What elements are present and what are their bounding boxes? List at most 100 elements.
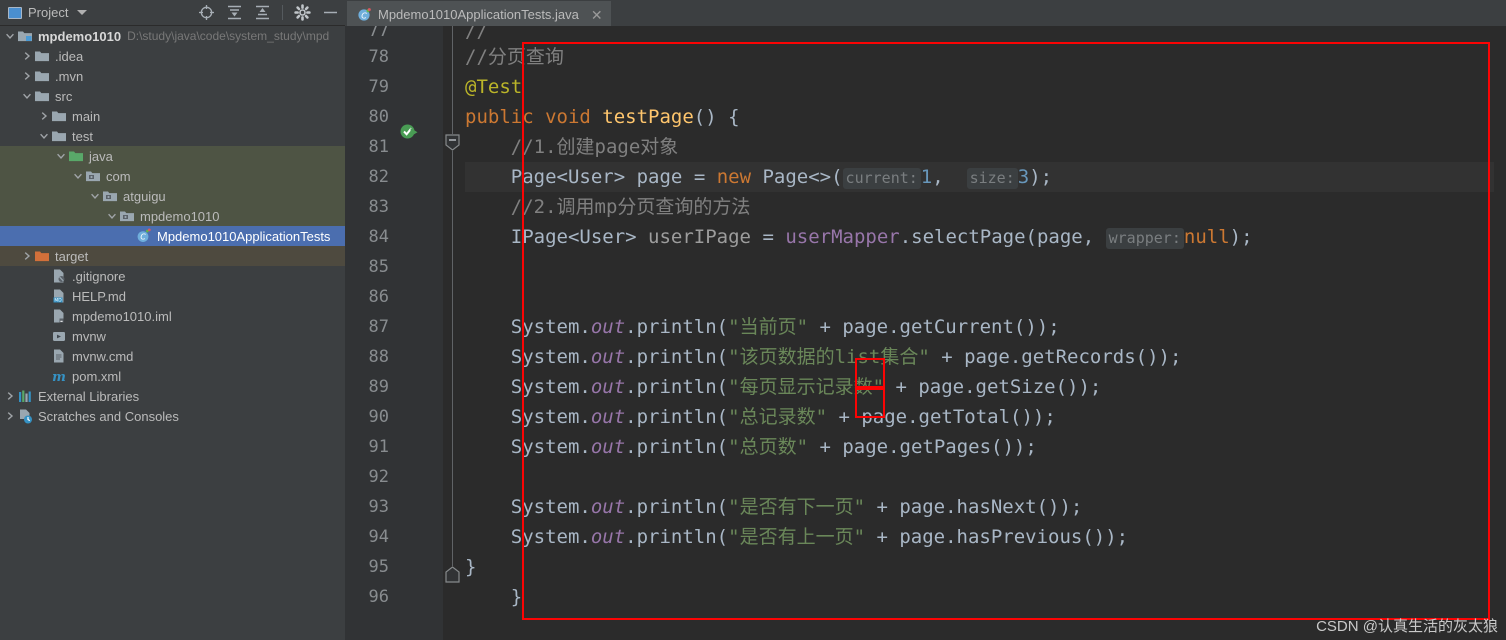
tree-item-mpdemo1010[interactable]: mpdemo1010 [0, 206, 345, 226]
code-line-84: IPage<User> userIPage = userMapper.selec… [510, 226, 1253, 249]
tree-item-label: mvnw [72, 328, 106, 344]
tree-item-mvnw-cmd[interactable]: mvnw.cmd [0, 346, 345, 366]
tree-item-label: test [72, 128, 93, 144]
tree-item-mvn[interactable]: .mvn [0, 66, 345, 86]
line-number: 80 [368, 107, 389, 127]
line-number: 79 [368, 77, 389, 97]
gitignore-file-icon [51, 268, 67, 284]
chevron-down-icon[interactable] [106, 210, 118, 222]
tree-item-label: java [89, 148, 113, 164]
tree-item-java[interactable]: java [0, 146, 345, 166]
markdown-file-icon: MD [51, 288, 67, 304]
chevron-down-icon[interactable] [72, 170, 84, 182]
chevron-right-icon[interactable] [21, 50, 33, 62]
tree-item-label: main [72, 108, 101, 124]
chevron-down-icon[interactable] [4, 30, 16, 42]
gear-icon[interactable] [294, 4, 311, 21]
tree-item-mvnw[interactable]: mvnw [0, 326, 345, 346]
folder-icon [34, 68, 50, 84]
project-file-tree[interactable]: mpdemo1010 D:\study\java\code\system_stud… [0, 26, 345, 640]
chevron-down-icon[interactable] [89, 190, 101, 202]
line-number: 95 [368, 557, 389, 577]
param-hint-current: current: [842, 168, 921, 189]
scratches-icon [17, 408, 33, 424]
tree-item-atguigu[interactable]: atguigu [0, 186, 345, 206]
run-test-success-icon[interactable] [399, 122, 419, 142]
chevron-right-icon[interactable] [21, 250, 33, 262]
tree-item-gitignore[interactable]: .gitignore [0, 266, 345, 286]
code-line-87: System.out.println("当前页" + page.getCurre… [510, 316, 1060, 338]
chevron-down-icon[interactable] [21, 90, 33, 102]
chevron-down-icon[interactable] [38, 130, 50, 142]
close-icon[interactable]: ✕ [591, 8, 603, 22]
project-view-icon [8, 6, 22, 19]
chevron-right-icon[interactable] [4, 390, 16, 402]
chevron-right-icon[interactable] [21, 70, 33, 82]
tree-item-path: D:\study\java\code\system_study\mpd [127, 29, 330, 43]
line-number: 82 [368, 167, 389, 187]
code-line-93: System.out.println("是否有下一页" + page.hasNe… [510, 496, 1083, 518]
code-fold-minus-icon[interactable] [444, 134, 461, 151]
gutter-icon-column [399, 26, 443, 146]
toolbar-divider [282, 5, 283, 20]
java-test-class-icon: C [136, 228, 152, 244]
code-line-94: System.out.println("是否有上一页" + page.hasPr… [510, 526, 1129, 548]
tree-item-test[interactable]: test [0, 126, 345, 146]
tree-arrow-placeholder [38, 270, 50, 282]
test-source-root-folder-icon [68, 148, 84, 164]
code-line-82: Page<User> page = new Page<>(current: 1, … [465, 162, 1506, 192]
tree-item-idea[interactable]: .idea [0, 46, 345, 66]
code-editor-text[interactable]: // //分页查询 @Test public void testPage() {… [461, 26, 1506, 640]
tree-item-mpdemo1010-iml[interactable]: mpdemo1010.iml [0, 306, 345, 326]
tree-item-scratches-and-consoles[interactable]: Scratches and Consoles [0, 406, 345, 426]
param-hint-size: size: [966, 168, 1018, 189]
tree-item-label: mpdemo1010.iml [72, 308, 172, 324]
tree-item-main[interactable]: main [0, 106, 345, 126]
tree-item-label: com [106, 168, 131, 184]
tree-item-pom-xml[interactable]: m pom.xml [0, 366, 345, 386]
line-number: 84 [368, 227, 389, 247]
tree-item-mpdemo1010applicationtests[interactable]: C Mpdemo1010ApplicationTests [0, 226, 345, 246]
tree-item-src[interactable]: src [0, 86, 345, 106]
editor-marker-strip[interactable] [1494, 52, 1506, 640]
java-test-class-icon: C [358, 8, 371, 21]
project-title-button[interactable]: Project [8, 5, 88, 20]
code-fold-end-icon[interactable] [444, 566, 461, 583]
tree-item-label: mpdemo1010 [38, 28, 122, 44]
tree-item-mpdemo1010[interactable]: mpdemo1010 D:\study\java\code\system_stud… [0, 26, 345, 46]
minimize-icon[interactable] [322, 4, 339, 21]
project-title-label: Project [28, 5, 69, 20]
excluded-folder-icon [34, 248, 50, 264]
locate-target-icon[interactable] [198, 4, 215, 21]
tree-item-com[interactable]: com [0, 166, 345, 186]
tree-item-label: .idea [55, 48, 84, 64]
editor-tab-bar: C Mpdemo1010ApplicationTests.java ✕ [345, 0, 1506, 26]
expand-all-icon[interactable] [226, 4, 243, 21]
line-number: 94 [368, 527, 389, 547]
chevron-right-icon[interactable] [38, 110, 50, 122]
tree-item-external-libraries[interactable]: External Libraries [0, 386, 345, 406]
collapse-all-icon[interactable] [254, 4, 271, 21]
tree-item-help-md[interactable]: MD HELP.md [0, 286, 345, 306]
tree-item-label: mvnw.cmd [72, 348, 134, 364]
chevron-down-icon[interactable] [55, 150, 67, 162]
tree-item-label: HELP.md [72, 288, 126, 304]
cmd-script-icon [51, 348, 67, 364]
tree-item-target[interactable]: target [0, 246, 345, 266]
package-icon [119, 208, 135, 224]
code-folding-strip[interactable] [443, 26, 461, 640]
code-line-89: System.out.println("每页显示记录数" + page.getS… [510, 376, 1102, 398]
chevron-down-icon[interactable] [77, 10, 88, 15]
line-number: 90 [368, 407, 389, 427]
module-folder-icon [17, 28, 33, 44]
tree-arrow-placeholder [38, 370, 50, 382]
line-number: 88 [368, 347, 389, 367]
chevron-right-icon[interactable] [4, 410, 16, 422]
tree-item-label: src [55, 88, 73, 104]
editor-tab[interactable]: C Mpdemo1010ApplicationTests.java ✕ [347, 1, 611, 26]
editor-gutter[interactable]: 77 78 79 80 81 82 83 84 85 86 87 88 89 90 91 92 93 94 95 96 [345, 26, 443, 640]
tree-item-label: .mvn [55, 68, 84, 84]
external-libraries-icon [17, 388, 33, 404]
editor-area: C Mpdemo1010ApplicationTests.java ✕ 77 78… [345, 0, 1506, 640]
